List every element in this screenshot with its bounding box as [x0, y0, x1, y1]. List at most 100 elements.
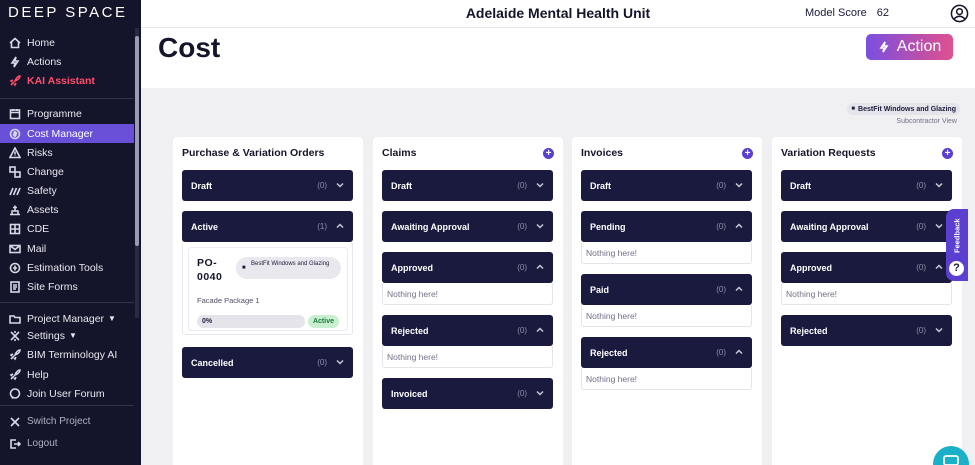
page-title: Cost — [158, 32, 221, 63]
sidebar-item-label: Risks — [27, 146, 53, 159]
feedback-label[interactable]: Feedback — [947, 212, 967, 260]
subcontractor-view-label: Subcontractor View — [896, 118, 957, 125]
group-approved[interactable]: Approved (0) — [781, 252, 952, 283]
chevron-up-icon — [336, 222, 344, 230]
sidebar-item-programme[interactable]: Programme — [0, 104, 134, 123]
calendar-icon — [8, 107, 21, 120]
column-title: Purchase & Variation Orders — [182, 147, 325, 159]
sidebar-item-kai-assistant[interactable]: KAI Assistant — [0, 71, 134, 90]
gear-icon — [8, 329, 21, 342]
sidebar-item-help[interactable]: Help — [0, 365, 134, 384]
chevron-down-icon — [935, 181, 943, 189]
sidebar-item-join-user-forum[interactable]: Join User Forum — [0, 384, 134, 403]
group-cancelled[interactable]: Cancelled (0) — [182, 347, 353, 378]
empty-state: Nothing here! — [382, 346, 553, 368]
group-paid[interactable]: Paid (0) — [581, 274, 752, 305]
group-label: Pending — [590, 221, 626, 232]
sidebar-item-actions[interactable]: Actions — [0, 52, 134, 71]
group-draft[interactable]: Draft (0) — [581, 170, 752, 201]
chevron-down-icon — [336, 358, 344, 366]
sidebar-item-label: Mail — [27, 242, 47, 255]
group-draft[interactable]: Draft (0) — [382, 170, 553, 201]
add-invoice-icon[interactable]: + — [742, 148, 753, 159]
group-label: Paid — [590, 284, 610, 295]
group-label: Invoiced — [391, 388, 428, 399]
mail-icon — [8, 242, 21, 255]
group-label: Draft — [590, 180, 612, 191]
sidebar-item-risks[interactable]: Risks — [0, 143, 134, 162]
group-count: (1) — [317, 222, 327, 231]
sidebar-item-home[interactable]: Home — [0, 33, 134, 52]
sidebar-item-cde[interactable]: CDE — [0, 219, 134, 238]
sidebar-item-bim-terminology-ai[interactable]: BIM Terminology AI — [0, 345, 134, 364]
group-rejected[interactable]: Rejected (0) — [781, 315, 952, 346]
sidebar-item-site-forms[interactable]: Site Forms — [0, 277, 134, 296]
sidebar-item-switch-project[interactable]: Switch Project — [0, 412, 134, 431]
po-card[interactable]: PO-0040 ■ BestFit Windows and Glazing Fa… — [188, 247, 348, 331]
sidebar-item-label: Join User Forum — [27, 387, 105, 400]
group-approved[interactable]: Approved (0) — [382, 252, 553, 283]
chevron-down-icon — [935, 222, 943, 230]
empty-state: Nothing here! — [781, 283, 952, 305]
model-score-label: Model Score — [804, 7, 867, 19]
sidebar-item-estimation-tools[interactable]: Estimation Tools — [0, 258, 134, 277]
lock-icon: ■ — [851, 106, 856, 112]
group-active[interactable]: Active (1) — [182, 211, 353, 242]
po-supplier-badge: ■ BestFit Windows and Glazing — [236, 257, 341, 279]
help-button[interactable]: ? — [947, 259, 966, 278]
group-awaiting-approval[interactable]: Awaiting Approval (0) — [781, 211, 952, 242]
group-count: (0) — [317, 181, 327, 190]
sidebar-item-logout[interactable]: Logout — [0, 434, 134, 453]
action-button[interactable]: Action — [866, 34, 953, 60]
sidebar-item-assets[interactable]: Assets — [0, 200, 134, 219]
empty-state: Nothing here! — [581, 368, 752, 390]
rocket-icon — [8, 348, 21, 361]
sidebar-item-settings[interactable]: Settings ▼ — [0, 326, 134, 345]
group-label: Rejected — [391, 325, 429, 336]
empty-state: Nothing here! — [581, 305, 752, 327]
group-count: (0) — [716, 222, 726, 231]
po-progress-value: 0% — [202, 318, 213, 325]
sidebar-item-label: Settings — [27, 329, 65, 342]
chevron-down-icon: ▼ — [68, 331, 77, 340]
group-rejected[interactable]: Rejected (0) — [382, 315, 553, 346]
sidebar-item-label: Estimation Tools — [27, 261, 104, 274]
group-awaiting-approval[interactable]: Awaiting Approval (0) — [382, 211, 553, 242]
group-draft[interactable]: Draft (0) — [182, 170, 353, 201]
group-rejected[interactable]: Rejected (0) — [581, 337, 752, 368]
group-count: (0) — [517, 326, 527, 335]
safety-icon — [8, 184, 21, 197]
group-label: Approved — [391, 262, 434, 273]
sidebar-item-label: Safety — [27, 184, 57, 197]
sidebar-item-label: Programme — [27, 107, 82, 120]
group-pending[interactable]: Pending (0) — [581, 211, 752, 242]
group-count: (0) — [517, 389, 527, 398]
add-claim-icon[interactable]: + — [543, 148, 554, 159]
sidebar: DEEP SPACE Home Actions KAI Assistant Pr… — [0, 0, 141, 465]
group-label: Rejected — [790, 325, 828, 336]
sidebar-item-label: CDE — [27, 222, 50, 235]
group-count: (0) — [916, 222, 926, 231]
sidebar-item-cost-manager[interactable]: Cost Manager — [0, 124, 134, 143]
group-invoiced[interactable]: Invoiced (0) — [382, 378, 553, 409]
sidebar-item-change[interactable]: Change — [0, 162, 134, 181]
group-count: (0) — [517, 181, 527, 190]
top-header: Adelaide Mental Health Unit Model Score 6… — [141, 0, 975, 28]
group-label: Cancelled — [191, 357, 234, 368]
user-account-icon[interactable] — [950, 4, 969, 23]
chevron-down-icon — [935, 326, 943, 334]
group-label: Draft — [191, 180, 213, 191]
sidebar-item-mail[interactable]: Mail — [0, 239, 134, 258]
sidebar-scrollbar-thumb[interactable] — [135, 36, 139, 246]
folder-icon — [8, 312, 21, 325]
action-button-label: Action — [896, 38, 942, 55]
subcontractor-badge[interactable]: ■ BestFit Windows and Glazing — [847, 103, 960, 115]
add-variation-request-icon[interactable]: + — [942, 148, 953, 159]
group-draft[interactable]: Draft (0) — [781, 170, 952, 201]
sidebar-item-safety[interactable]: Safety — [0, 181, 134, 200]
logout-icon — [8, 437, 21, 450]
chevron-down-icon — [735, 181, 743, 189]
variation-requests-column: Variation Requests + Draft (0) Awaiting … — [772, 137, 962, 465]
group-count: (0) — [716, 181, 726, 190]
chevron-up-icon — [735, 348, 743, 356]
